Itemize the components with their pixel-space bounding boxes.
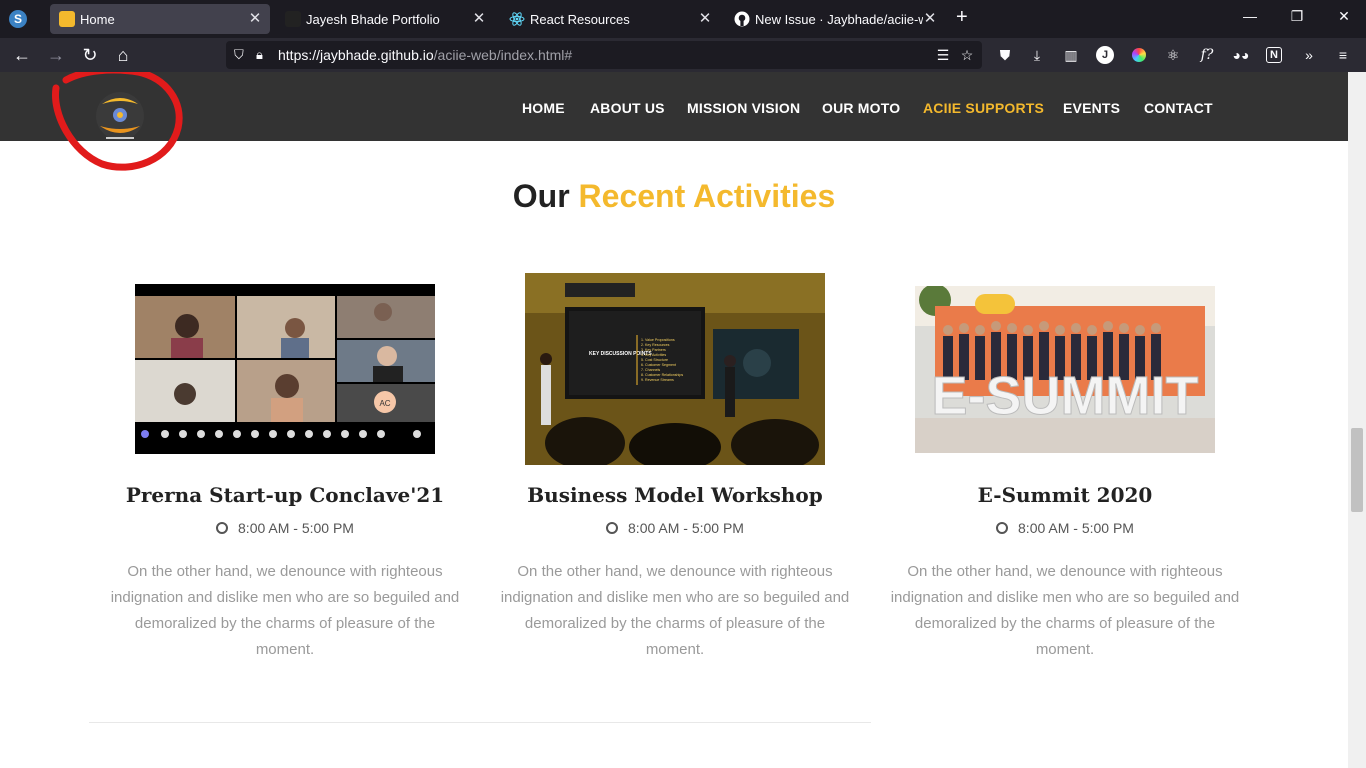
tab-title: Home	[80, 12, 115, 27]
nav-home[interactable]: HOME	[522, 100, 565, 116]
card-description: On the other hand, we denounce with righ…	[890, 563, 1240, 658]
new-tab-button[interactable]: +	[956, 6, 968, 29]
video-call-image: AC	[135, 296, 435, 438]
web-page: HOME ABOUT US MISSION VISION OUR MOTO AC…	[0, 72, 1348, 768]
tab-title: New Issue · Jaybhade/aciie-web	[755, 12, 923, 27]
section-title-highlight: Recent Activities	[578, 178, 836, 214]
workshop-image: KEY DISCUSSION POINTS 1. Value Propositi…	[525, 273, 825, 465]
sidebar-icon[interactable]: ▥	[1062, 46, 1080, 64]
card-time: 8:00 AM - 5:00 PM	[485, 520, 865, 536]
site-logo[interactable]	[42, 72, 184, 176]
close-tab-icon[interactable]: ✕	[921, 9, 939, 27]
card-description: On the other hand, we denounce with righ…	[500, 563, 850, 658]
app-menu-icon[interactable]: S	[9, 10, 27, 28]
scrollbar-thumb[interactable]	[1351, 428, 1363, 512]
url-bar[interactable]: ⛉ 🔒︎ https://jaybhade.github.io/aciie-we…	[226, 41, 982, 69]
section-title-part1: Our	[512, 178, 570, 214]
tab-home[interactable]: Home ✕	[50, 4, 270, 34]
card-time-text: 8:00 AM - 5:00 PM	[238, 520, 354, 536]
card-title[interactable]: E-Summit 2020	[875, 483, 1255, 507]
url-domain: https://jaybhade.github.io	[278, 47, 434, 63]
card-title[interactable]: Prerna Start-up Conclave'21	[95, 483, 475, 507]
restore-icon[interactable]: ❐	[1287, 8, 1307, 25]
react-icon	[509, 12, 525, 26]
tab-portfolio[interactable]: Jayesh Bhade Portfolio ✕	[276, 4, 496, 34]
extension-glasses-icon[interactable]: ◕◕	[1232, 46, 1250, 64]
logo-icon	[52, 72, 183, 171]
clock-icon	[606, 522, 619, 534]
nav-events[interactable]: EVENTS	[1063, 100, 1120, 116]
forward-icon[interactable]: →	[44, 43, 68, 67]
card-image-conclave[interactable]: AC	[135, 284, 435, 454]
card-time: 8:00 AM - 5:00 PM	[875, 520, 1255, 536]
profile-j-icon[interactable]: J	[1096, 46, 1114, 64]
tab-favicon-icon	[285, 11, 301, 27]
tab-title: Jayesh Bhade Portfolio	[306, 12, 440, 27]
tab-react-resources[interactable]: React Resources ✕	[500, 4, 720, 34]
home-icon[interactable]: ⌂	[111, 43, 135, 67]
tab-title: React Resources	[530, 12, 630, 27]
slide-point: 8. Customer Relationships	[641, 373, 683, 377]
card-title[interactable]: Business Model Workshop	[485, 483, 865, 507]
video-avatar-initials: AC	[379, 399, 390, 408]
slide-point: 1. Value Propositions	[641, 338, 675, 342]
slide-point: 9. Revenue Streams	[641, 378, 674, 382]
slide-point: 3. Key Partners	[641, 348, 666, 352]
card-image-esummit[interactable]: E-SUMMIT	[915, 286, 1215, 453]
page-scrollbar[interactable]	[1348, 72, 1366, 768]
nav-mission-vision[interactable]: MISSION VISION	[687, 100, 800, 116]
section-title: Our Recent Activities	[0, 178, 1348, 215]
reload-icon[interactable]: ↻	[78, 43, 102, 67]
browser-nav-bar: ← → ↻ ⌂ ⛉ 🔒︎ https://jaybhade.github.io/…	[0, 38, 1366, 72]
url-path: /aciie-web/index.html#	[433, 47, 573, 63]
url-text[interactable]: https://jaybhade.github.io/aciie-web/ind…	[278, 47, 572, 63]
card-time: 8:00 AM - 5:00 PM	[95, 520, 475, 536]
minimize-icon[interactable]: —	[1240, 8, 1260, 24]
pocket-icon[interactable]: ⛊	[996, 46, 1014, 64]
downloads-icon[interactable]: ⤓	[1028, 46, 1046, 64]
tracking-shield-icon[interactable]: ⛉	[234, 47, 248, 63]
bookmark-star-icon[interactable]: ☆	[958, 47, 976, 64]
clock-icon	[996, 522, 1009, 534]
nav-aciie-supports[interactable]: ACIIE SUPPORTS	[923, 100, 1044, 116]
lock-icon[interactable]: 🔒︎	[256, 47, 263, 63]
github-icon	[734, 11, 750, 27]
browser-tab-bar: S Home ✕ Jayesh Bhade Portfolio ✕ React …	[0, 0, 1366, 38]
site-header: HOME ABOUT US MISSION VISION OUR MOTO AC…	[0, 72, 1348, 141]
reader-view-icon[interactable]: ☰	[934, 47, 952, 64]
notion-icon[interactable]: N	[1266, 47, 1282, 63]
esummit-image: E-SUMMIT	[915, 286, 1215, 453]
card-description: On the other hand, we denounce with righ…	[110, 563, 460, 658]
clock-icon	[216, 522, 229, 534]
nav-our-moto[interactable]: OUR MOTO	[822, 100, 900, 116]
slide-point: 2. Key Resources	[641, 343, 670, 347]
slide-point: 5. Cost Structure	[641, 358, 668, 362]
hamburger-menu-icon[interactable]: ≡	[1334, 46, 1352, 64]
nav-about-us[interactable]: ABOUT US	[590, 100, 665, 116]
card-image-workshop[interactable]: KEY DISCUSSION POINTS 1. Value Propositi…	[525, 273, 825, 465]
font-finder-icon[interactable]: f?	[1198, 46, 1216, 64]
tab-favicon-icon	[59, 11, 75, 27]
close-tab-icon[interactable]: ✕	[696, 9, 714, 27]
close-window-icon[interactable]: ✕	[1334, 8, 1354, 25]
overflow-chevron-icon[interactable]: »	[1300, 46, 1318, 64]
card-time-text: 8:00 AM - 5:00 PM	[1018, 520, 1134, 536]
section-divider	[89, 722, 871, 723]
slide-point: 6. Customer Segment	[641, 363, 676, 367]
tab-new-issue[interactable]: New Issue · Jaybhade/aciie-web ✕	[725, 4, 945, 34]
slide-point: 7. Channels	[641, 368, 660, 372]
color-picker-icon[interactable]	[1130, 46, 1148, 64]
nav-contact[interactable]: CONTACT	[1144, 100, 1213, 116]
close-tab-icon[interactable]: ✕	[470, 9, 488, 27]
esummit-sign: E-SUMMIT	[932, 366, 1199, 426]
back-icon[interactable]: ←	[10, 43, 34, 67]
card-time-text: 8:00 AM - 5:00 PM	[628, 520, 744, 536]
close-tab-icon[interactable]: ✕	[246, 9, 264, 27]
react-devtools-icon[interactable]: ⚛	[1164, 46, 1182, 64]
slide-point: 4. Key Activities	[641, 353, 666, 357]
